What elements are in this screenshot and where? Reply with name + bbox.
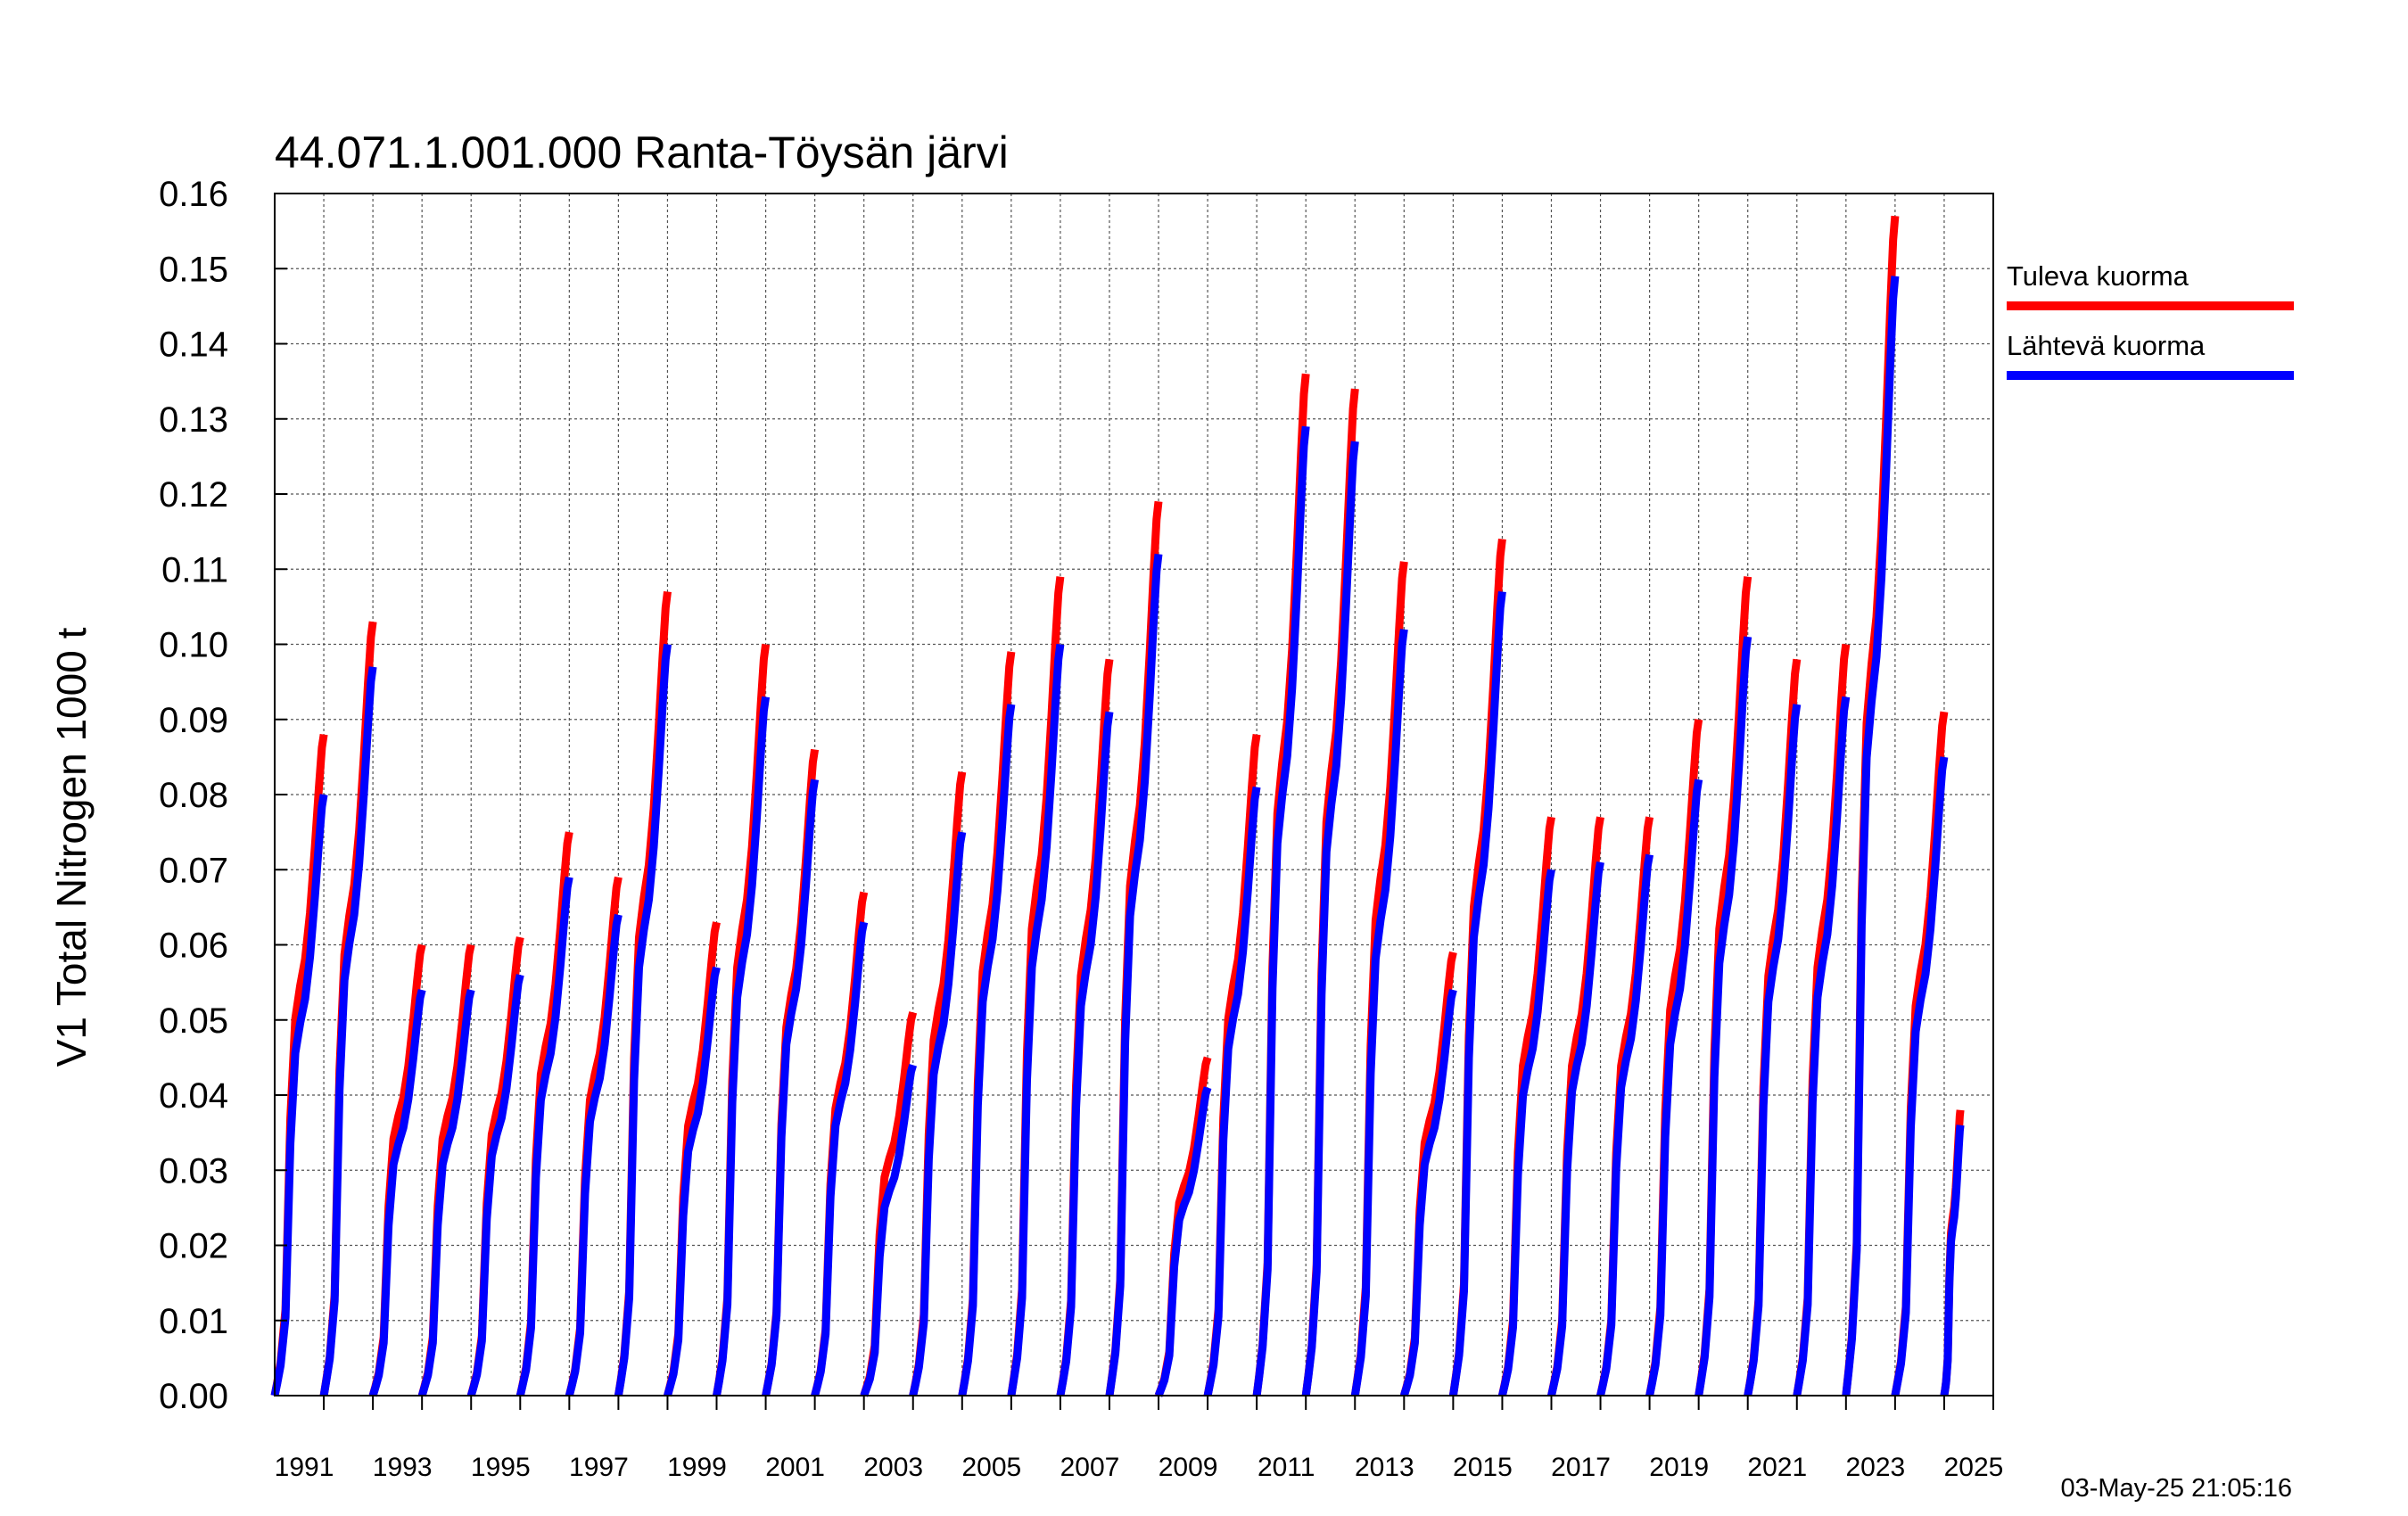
series-1-year-2009 [1203,786,1261,1397]
x-tick-label: 1999 [667,1453,727,1482]
x-tick-label: 1993 [373,1453,433,1482]
y-tick-label: 0.08 [159,776,228,815]
legend-label-tuleva: Tuleva kuorma [2007,260,2189,292]
y-axis-label: V1 Total Nitrogen 1000 t [48,627,95,1067]
chart-title: 44.071.1.001.000 Ranta-Töysän järvi [275,128,1009,177]
x-tick-label: 2015 [1453,1453,1513,1482]
x-tick-label: 2001 [765,1453,825,1482]
x-tick-label: 2023 [1846,1453,1906,1482]
series-1-year-1992 [368,989,426,1397]
series-1-year-1994 [466,974,524,1397]
series-1-year-2015 [1498,869,1555,1397]
x-tick-label: 1997 [569,1453,629,1482]
series-1-year-2019 [1695,636,1752,1397]
y-axis-ticks: 0.00 0.01 0.02 0.03 0.04 0.05 0.06 0.07 0.08 0.09… [159,175,287,1416]
series-1-year-2006 [1056,711,1114,1397]
series-1-year-2002 [860,1064,918,1397]
legend: Tuleva kuorma Lähtevä kuorma [2007,260,2294,380]
timestamp: 03-May-25 21:05:16 [2060,1474,2292,1503]
x-tick-label: 2003 [863,1453,923,1482]
y-tick-label: 0.16 [159,175,228,214]
series-1-year-2007 [1105,553,1163,1397]
series-1-year-2004 [958,704,1016,1397]
y-tick-label: 0.05 [159,1001,228,1041]
series-1-year-2003 [909,831,967,1397]
x-axis-ticks: 1991 1993 1995 1997 1999 2001 2003 2005 2007 2009… [275,1396,2004,1482]
series-1-year-1998 [664,966,721,1397]
y-tick-label: 0.03 [159,1151,228,1191]
series-1-year-2011 [1301,441,1359,1397]
y-tick-label: 0.01 [159,1302,228,1341]
series-1-year-2021 [1793,696,1851,1397]
series-1-year-2008 [1154,1086,1212,1397]
series-1-year-2022 [1842,276,1900,1397]
series-1-year-2024 [1940,1125,1965,1397]
series-1-year-1993 [417,989,475,1397]
series-1-year-1995 [515,876,573,1397]
series-1-year-2017 [1596,853,1654,1397]
y-tick-label: 0.12 [159,475,228,515]
y-tick-label: 0.15 [159,250,228,289]
y-tick-label: 0.11 [161,550,228,589]
y-tick-label: 0.00 [159,1377,228,1416]
series-1-year-2018 [1645,779,1703,1397]
y-tick-label: 0.04 [159,1076,228,1116]
series-lines [270,215,1965,1397]
x-tick-label: 1995 [471,1453,531,1482]
legend-label-lahteva: Lähtevä kuorma [2007,330,2206,361]
x-tick-label: 2009 [1159,1453,1218,1482]
series-1-year-2014 [1448,590,1506,1397]
series-1-year-2012 [1350,629,1408,1397]
series-1-year-2020 [1744,704,1802,1397]
series-1-year-2000 [762,779,820,1397]
y-tick-label: 0.06 [159,927,228,966]
series-1-year-2010 [1252,425,1310,1397]
y-tick-label: 0.13 [159,400,228,440]
x-tick-label: 2005 [961,1453,1021,1482]
series-1-year-2016 [1547,861,1604,1397]
x-tick-label: 2007 [1060,1453,1120,1482]
y-tick-label: 0.10 [159,626,228,665]
x-tick-label: 2021 [1747,1453,1807,1482]
chart: 44.071.1.001.000 Ranta-Töysän järvi V1 T… [48,128,2294,1503]
x-tick-label: 2017 [1551,1453,1611,1482]
x-tick-label: 2013 [1355,1453,1414,1482]
series-1-year-2023 [1891,756,1949,1397]
y-tick-label: 0.02 [159,1227,228,1266]
series-1-year-2013 [1399,989,1457,1397]
series-1-year-1996 [565,913,623,1397]
x-tick-label: 2019 [1649,1453,1709,1482]
y-tick-label: 0.07 [159,851,228,890]
series-1-year-1991 [319,666,377,1397]
x-tick-label: 1991 [275,1453,334,1482]
y-tick-label: 0.14 [159,325,228,365]
x-tick-label: 2011 [1258,1453,1315,1482]
y-tick-label: 0.09 [159,701,228,740]
x-tick-label: 2025 [1944,1453,2004,1482]
series-1-year-2001 [811,921,869,1397]
series-1-year-1999 [713,696,771,1397]
